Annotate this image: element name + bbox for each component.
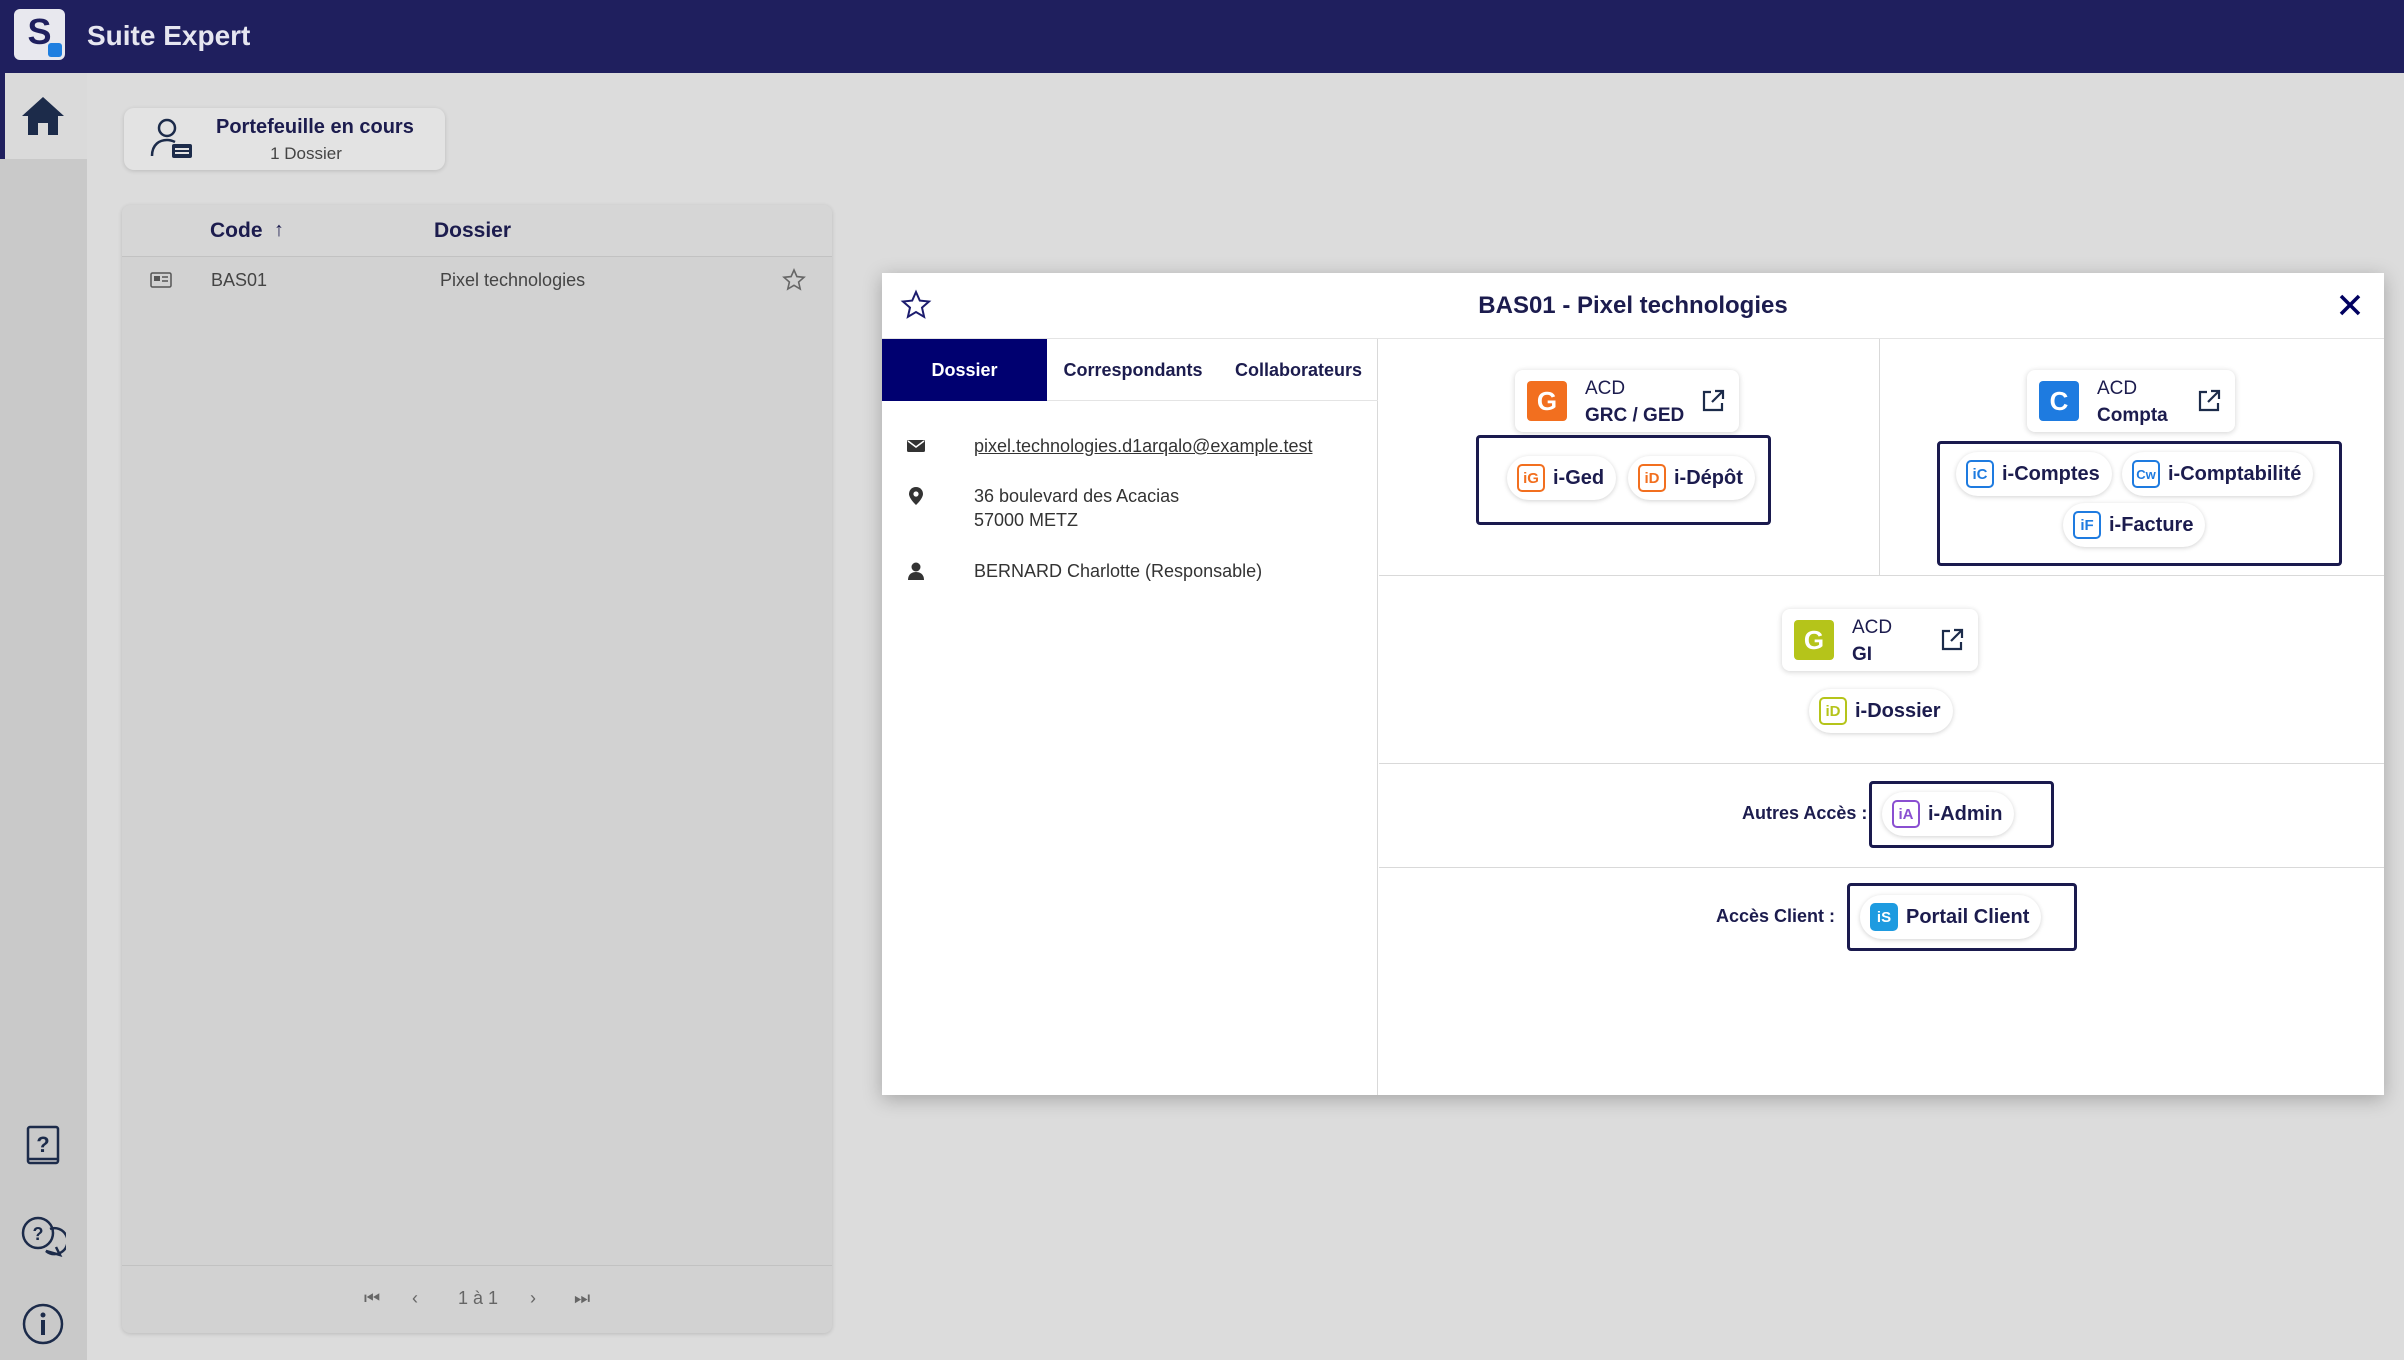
- app-acd-compta[interactable]: C ACD Compta: [2027, 370, 2235, 432]
- compta-services-group: iC i-Comptes Cw i-Comptabilité iF i-Fact…: [1937, 441, 2342, 566]
- chip-label: i-Comptes: [2002, 462, 2100, 485]
- chip-i-facture[interactable]: iF i-Facture: [2063, 503, 2206, 547]
- page-range: 1 à 1: [458, 1288, 499, 1308]
- portfolio-title: Portefeuille en cours: [216, 116, 414, 138]
- dossier-modal: BAS01 - Pixel technologies Dossier Corre…: [882, 273, 2384, 1095]
- app-vendor: ACD: [2097, 378, 2138, 399]
- other-access-group: iA i-Admin: [1869, 781, 2054, 848]
- chip-i-depot[interactable]: iD i-Dépôt: [1628, 456, 1755, 500]
- table-row[interactable]: BAS01 Pixel technologies: [122, 257, 832, 303]
- grc-logo-icon: G: [1527, 381, 1567, 421]
- prev-page-icon[interactable]: ‹: [412, 1288, 418, 1309]
- compta-logo-icon: C: [2039, 381, 2079, 421]
- star-icon[interactable]: [782, 268, 806, 292]
- address-line1: 36 boulevard des Acacias: [974, 486, 1180, 506]
- chip-label: Portail Client: [1906, 905, 2030, 928]
- cell-dossier: Pixel technologies: [440, 270, 586, 290]
- modal-title: BAS01 - Pixel technologies: [1478, 292, 1788, 319]
- sort-asc-icon[interactable]: ↑: [274, 219, 284, 242]
- chip-label: i-Admin: [1928, 802, 2003, 825]
- chip-i-admin[interactable]: iA i-Admin: [1882, 792, 2015, 836]
- tab-collaborateurs[interactable]: Collaborateurs: [1219, 339, 1378, 401]
- chip-i-comptes[interactable]: iC i-Comptes: [1956, 452, 2112, 496]
- tab-dossier[interactable]: Dossier: [882, 339, 1047, 401]
- app-logo[interactable]: S: [14, 9, 65, 60]
- app-name: GRC / GED: [1585, 405, 1685, 426]
- envelope-icon: [907, 440, 925, 452]
- chip-label: i-Ged: [1553, 466, 1605, 489]
- applications-pane: G ACD GRC / GED iG i-Ged iD i-Dépôt C AC…: [1379, 339, 2384, 1095]
- location-pin-icon: [909, 487, 923, 505]
- external-link-icon[interactable]: [1938, 626, 1966, 654]
- client-access-label: Accès Client :: [1716, 906, 1836, 926]
- portfolio-card[interactable]: Portefeuille en cours 1 Dossier: [124, 108, 445, 170]
- last-page-icon[interactable]: ⏭: [574, 1288, 590, 1309]
- app-name: GI: [1852, 644, 1873, 665]
- dossier-info-pane: Dossier Correspondants Collaborateurs pi…: [882, 339, 1378, 1095]
- chip-label: i-Facture: [2109, 513, 2194, 536]
- i-comptes-icon: iC: [1966, 460, 1994, 488]
- help-book-icon[interactable]: ?: [16, 1119, 70, 1173]
- external-link-icon[interactable]: [1699, 387, 1727, 415]
- next-page-icon[interactable]: ›: [530, 1288, 536, 1309]
- table-header: Code ↑ Dossier: [122, 205, 832, 257]
- external-link-icon[interactable]: [2195, 387, 2223, 415]
- cell-code: BAS01: [211, 270, 268, 290]
- client-access-group: iS Portail Client: [1847, 883, 2077, 951]
- app-vendor: ACD: [1852, 617, 1893, 638]
- sidebar-item-home[interactable]: [0, 73, 87, 159]
- info-tabs: Dossier Correspondants Collaborateurs: [882, 339, 1378, 401]
- column-header-dossier[interactable]: Dossier: [434, 219, 511, 243]
- close-icon[interactable]: [2334, 289, 2366, 321]
- portail-client-icon: iS: [1870, 903, 1898, 931]
- i-dossier-icon: iD: [1819, 697, 1847, 725]
- responsible-name: BERNARD Charlotte (Responsable): [974, 561, 1263, 581]
- svg-text:?: ?: [36, 1132, 49, 1157]
- tab-correspondants[interactable]: Correspondants: [1047, 339, 1219, 401]
- id-card-icon: [150, 272, 172, 288]
- column-header-code[interactable]: Code: [210, 219, 263, 243]
- info-icon[interactable]: [16, 1297, 70, 1351]
- chip-i-comptabilite[interactable]: Cw i-Comptabilité: [2122, 452, 2314, 496]
- home-icon: [22, 97, 64, 135]
- app-name: Compta: [2097, 405, 2168, 426]
- chip-label: i-Dépôt: [1674, 466, 1743, 489]
- dossier-table: Code ↑ Dossier BAS01 Pixel technologies …: [122, 205, 832, 1333]
- top-bar: S Suite Expert: [0, 0, 2404, 73]
- app-title: Suite Expert: [87, 20, 251, 51]
- i-admin-icon: iA: [1892, 800, 1920, 828]
- i-comptabilite-icon: Cw: [2132, 460, 2160, 488]
- portfolio-user-icon: [150, 118, 192, 158]
- i-ged-icon: iG: [1517, 464, 1545, 492]
- chip-label: i-Comptabilité: [2168, 462, 2302, 485]
- email-link[interactable]: pixel.technologies.d1arqalo@example.test: [974, 434, 1312, 458]
- app-acd-gi[interactable]: G ACD GI: [1782, 609, 1978, 671]
- portfolio-count: 1 Dossier: [270, 144, 342, 163]
- sidebar: ? ?: [0, 73, 87, 1360]
- chat-help-icon[interactable]: ?: [16, 1209, 70, 1263]
- chip-label: i-Dossier: [1855, 699, 1941, 722]
- chip-i-dossier[interactable]: iD i-Dossier: [1809, 689, 1953, 733]
- svg-text:?: ?: [33, 1224, 44, 1244]
- app-vendor: ACD: [1585, 378, 1626, 399]
- address-line2: 57000 METZ: [974, 510, 1079, 530]
- grc-services-group: iG i-Ged iD i-Dépôt: [1476, 435, 1771, 525]
- i-depot-icon: iD: [1638, 464, 1666, 492]
- gi-logo-icon: G: [1794, 620, 1834, 660]
- other-access-label: Autres Accès :: [1742, 803, 1868, 823]
- first-page-icon[interactable]: ⏮: [364, 1288, 380, 1309]
- chip-i-ged[interactable]: iG i-Ged: [1507, 456, 1617, 500]
- pagination: ⏮ ‹ 1 à 1 › ⏭: [122, 1265, 832, 1333]
- modal-header: BAS01 - Pixel technologies: [882, 273, 2384, 339]
- app-acd-grc-ged[interactable]: G ACD GRC / GED: [1515, 370, 1739, 432]
- person-icon: [908, 562, 924, 580]
- i-facture-icon: iF: [2073, 511, 2101, 539]
- chip-portail-client[interactable]: iS Portail Client: [1860, 895, 2042, 939]
